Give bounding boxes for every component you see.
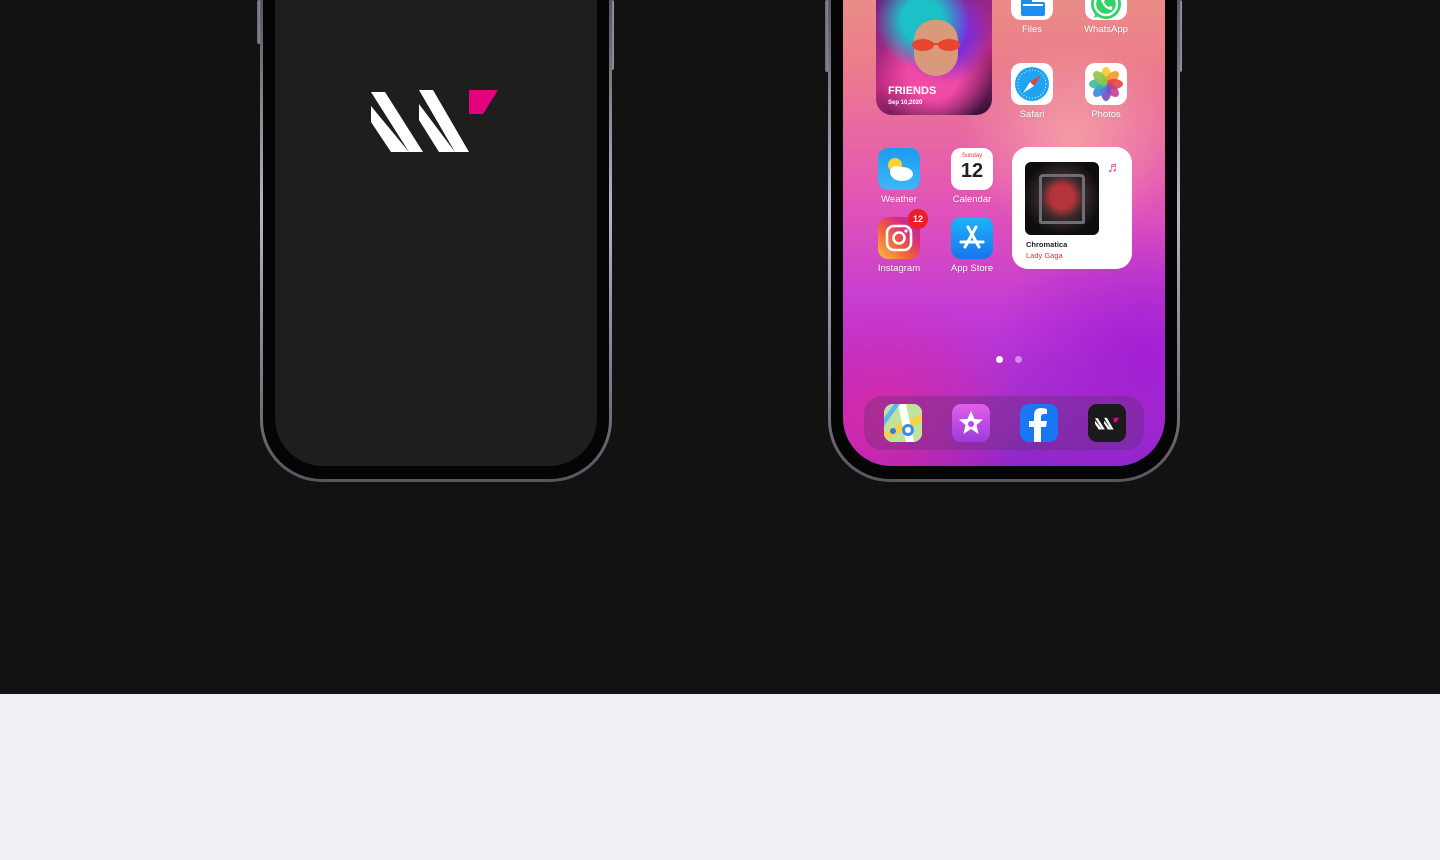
calendar-date: 12: [960, 160, 984, 182]
app-calendar[interactable]: Sunday 12 Calendar: [934, 148, 1010, 205]
app-label: WhatsApp: [1084, 24, 1128, 35]
maps-icon[interactable]: [884, 404, 922, 442]
brand-logo-icon: [371, 90, 498, 152]
app-photos[interactable]: Photos: [1068, 63, 1144, 120]
app-files[interactable]: Files: [994, 0, 1070, 35]
safari-icon: [1011, 63, 1053, 105]
brand-logo-icon[interactable]: [1088, 404, 1126, 442]
notification-badge: 12: [908, 209, 928, 229]
app-label: Instagram: [877, 263, 921, 274]
app-label: App Store: [950, 263, 994, 274]
files-icon: [1011, 0, 1053, 20]
app-appstore[interactable]: App Store: [934, 217, 1010, 274]
page-dot[interactable]: [1015, 356, 1022, 363]
home-screen: FRIENDS Sep 10,2020 Files WhatsApp Safar…: [843, 0, 1165, 466]
song-title: Chromatica: [1026, 240, 1068, 249]
page-background: [0, 694, 1440, 860]
instagram-icon: 12: [878, 209, 928, 259]
showcase-stage: FRIENDS Sep 10,2020 Files WhatsApp Safar…: [0, 0, 1440, 694]
app-label: Weather: [881, 194, 917, 205]
artist-name: Lady Gaga: [1026, 251, 1063, 260]
music-note-icon: ♬: [1107, 159, 1122, 176]
sunglasses-icon: [912, 39, 960, 51]
whatsapp-icon: [1085, 0, 1127, 20]
page-dot-active[interactable]: [996, 356, 1003, 363]
appstore-icon: [951, 217, 993, 259]
facebook-icon[interactable]: [1020, 404, 1058, 442]
calendar-day: Sunday: [961, 153, 983, 159]
app-instagram[interactable]: 12 Instagram: [861, 209, 937, 274]
app-label: Safari: [1019, 109, 1045, 120]
app-whatsapp[interactable]: WhatsApp: [1068, 0, 1144, 35]
phone-splash: [260, 0, 612, 482]
phone-home: FRIENDS Sep 10,2020 Files WhatsApp Safar…: [828, 0, 1180, 482]
app-label: Files: [1021, 24, 1043, 35]
itunes-store-icon[interactable]: [952, 404, 990, 442]
app-weather[interactable]: Weather: [861, 148, 937, 205]
dock: [864, 396, 1144, 450]
photos-icon: [1085, 63, 1127, 105]
photo-widget[interactable]: FRIENDS Sep 10,2020: [876, 0, 992, 115]
album-art: [1025, 162, 1099, 235]
weather-icon: [878, 148, 920, 190]
splash-screen: [275, 0, 597, 466]
music-widget[interactable]: ♬ Chromatica Lady Gaga: [1012, 147, 1132, 269]
photo-widget-date: Sep 10,2020: [888, 100, 923, 106]
calendar-icon: Sunday 12: [951, 148, 993, 190]
app-label: Calendar: [952, 194, 992, 205]
app-label: Photos: [1091, 109, 1121, 120]
app-safari[interactable]: Safari: [994, 63, 1070, 120]
photo-widget-title: FRIENDS: [888, 85, 937, 97]
page-indicator[interactable]: [990, 350, 1028, 368]
